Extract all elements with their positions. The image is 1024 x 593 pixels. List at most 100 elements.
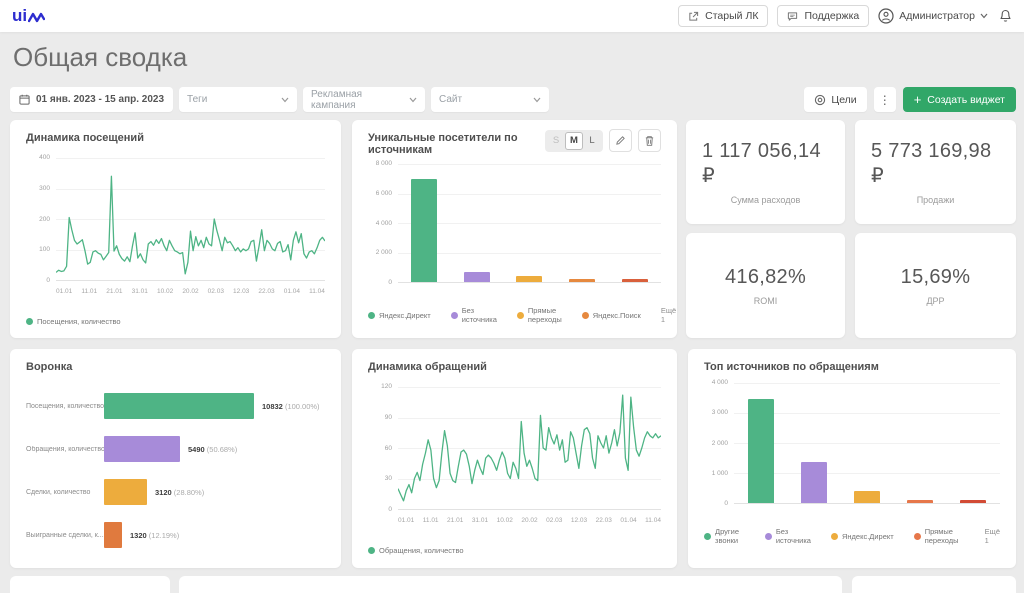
- legend-item[interactable]: Без источника: [765, 527, 811, 545]
- filter-bar: 01 янв. 2023 - 15 апр. 2023 Теги Рекламн…: [10, 87, 1016, 112]
- visits-line-chart: 4003002001000 01.0111.0121.0131.0110.022…: [26, 158, 325, 326]
- gridline: [56, 280, 325, 281]
- legend-dot-icon: [582, 312, 589, 319]
- y-axis-tick-label: 90: [368, 414, 392, 421]
- bar: [854, 491, 880, 503]
- legend-item[interactable]: Обращения, количество: [368, 546, 464, 555]
- dashboard-screen: ui Старый ЛК Поддержка: [0, 0, 1024, 593]
- top-sources-bar-chart: 4 0003 0002 0001 0000 Другие звонкиБез и…: [704, 383, 1000, 545]
- legend-dot-icon: [831, 533, 838, 540]
- x-axis-tick-label: 02.03: [546, 517, 562, 524]
- legend-dot-icon: [765, 533, 772, 540]
- x-axis-tick-label: 01.04: [284, 288, 300, 295]
- legend-item[interactable]: Другие звонки: [704, 527, 745, 545]
- funnel-row: Посещения, количество 10832 (100.00%): [26, 393, 325, 419]
- bar: [516, 276, 542, 282]
- plus-icon: +: [914, 93, 922, 106]
- legend-item[interactable]: Прямые переходы: [914, 527, 965, 545]
- funnel-value: 5490 (50.68%): [188, 445, 237, 454]
- card-top-sources: Топ источников по обращениям 4 000 3 000 2…: [688, 349, 1016, 568]
- site-placeholder: Сайт: [439, 94, 462, 105]
- campaign-select[interactable]: Рекламная кампания: [303, 87, 425, 112]
- kpi-label: ROMI: [754, 296, 778, 306]
- y-axis-tick-label: 200: [26, 216, 50, 223]
- y-axis-tick-label: 0: [368, 506, 392, 513]
- kpi-value: 416,82%: [725, 266, 806, 289]
- gridline: [734, 503, 1000, 504]
- user-menu[interactable]: Администратор: [878, 8, 988, 24]
- chevron-down-icon: [533, 97, 541, 103]
- kpi-card-sales: 5 773 169,98 ₽ Продажи: [855, 120, 1016, 224]
- kpi-value: 1 117 056,14 ₽: [702, 140, 829, 188]
- funnel-value-percent: (100.00%): [283, 402, 320, 411]
- size-m-button[interactable]: M: [565, 132, 583, 150]
- line-series: [398, 387, 661, 509]
- legend-item[interactable]: Без источника: [451, 306, 497, 324]
- chart-legend: Обращения, количество: [368, 546, 661, 555]
- old-cabinet-button[interactable]: Старый ЛК: [678, 5, 768, 27]
- legend-more-link[interactable]: Ещё 1: [985, 527, 1000, 545]
- legend-item[interactable]: Яндекс.Поиск: [582, 311, 641, 320]
- y-axis-tick-label: 3 000: [704, 409, 728, 416]
- y-axis-tick-label: 4 000: [704, 379, 728, 386]
- more-options-kebab-icon[interactable]: ⋮: [874, 87, 896, 112]
- chat-icon: [787, 11, 798, 22]
- legend-more-link[interactable]: Ещё 1: [661, 306, 676, 324]
- unique-visitors-bar-chart: 8 0006 0004 0002 0000 Яндекс.ДиректБез и…: [368, 164, 661, 324]
- date-range-picker[interactable]: 01 янв. 2023 - 15 апр. 2023: [10, 87, 173, 112]
- tags-select[interactable]: Теги: [179, 87, 297, 112]
- y-axis-tick-label: 100: [26, 246, 50, 253]
- funnel-rows: Посещения, количество10832 (100.00%)Обра…: [26, 393, 325, 548]
- legend-item[interactable]: Яндекс.Директ: [368, 311, 431, 320]
- goals-button[interactable]: Цели: [804, 87, 866, 112]
- legend-item[interactable]: Яндекс.Директ: [831, 532, 894, 541]
- bar-slot: [451, 164, 504, 282]
- x-axis-tick-label: 20.02: [521, 517, 537, 524]
- page-title: Общая сводка: [13, 42, 187, 73]
- kpi-card-expenses: 1 117 056,14 ₽ Сумма расходов: [686, 120, 845, 224]
- card-title: Уникальные посетители по источникам: [368, 132, 545, 156]
- create-widget-button[interactable]: + Создать виджет: [903, 87, 1016, 112]
- target-icon: [814, 94, 826, 106]
- bar-slot: [947, 383, 1000, 503]
- trash-icon: [644, 135, 655, 147]
- pencil-icon: [615, 135, 626, 146]
- x-axis-tick-label: 21.01: [106, 288, 122, 295]
- x-axis-tick-label: 22.03: [596, 517, 612, 524]
- x-axis-tick-label: 22.03: [258, 288, 274, 295]
- plot-area: [398, 387, 661, 509]
- legend-item[interactable]: Прямые переходы: [517, 306, 562, 324]
- size-toggle: S M L: [545, 130, 603, 152]
- funnel-row-label: Посещения, количество: [26, 403, 104, 410]
- card-unique-visitors: Уникальные посетители по источникам S M …: [352, 120, 677, 338]
- bar-slot: [787, 383, 840, 503]
- bar-slot: [608, 164, 661, 282]
- legend-label: Прямые переходы: [925, 527, 965, 545]
- legend-item[interactable]: Посещения, количество: [26, 317, 121, 326]
- bar-slot: [398, 164, 451, 282]
- logo-wave-icon: [28, 12, 45, 23]
- site-select[interactable]: Сайт: [431, 87, 549, 112]
- support-button[interactable]: Поддержка: [777, 5, 869, 27]
- y-axis-tick-label: 8 000: [368, 160, 392, 167]
- size-l-button[interactable]: L: [583, 132, 601, 150]
- size-s-button[interactable]: S: [547, 132, 565, 150]
- funnel-value-number: 10832: [262, 402, 283, 411]
- chart-legend: Яндекс.Директ Без источника Прямые переход…: [368, 306, 661, 324]
- x-axis-tick-label: 11.04: [645, 517, 661, 524]
- y-axis-tick-label: 2 000: [704, 440, 728, 447]
- x-axis: 01.0111.0121.0131.0110.0220.0202.0312.03…: [56, 288, 325, 295]
- y-axis-tick-label: 0: [368, 279, 392, 286]
- card-title: Воронка: [26, 361, 325, 373]
- edit-widget-button[interactable]: [609, 129, 632, 152]
- card-requests-dynamics: Динамика обращений 1209060300 01.0111.01…: [352, 349, 677, 568]
- notifications-bell-icon[interactable]: [999, 9, 1012, 23]
- calendar-icon: [19, 94, 30, 105]
- card-funnel: Воронка Посещения, количество 10832 (100.…: [10, 349, 341, 568]
- bar: [569, 279, 595, 282]
- card-title: Топ источников по обращениям: [704, 361, 1000, 373]
- y-axis: 4003002001000: [26, 154, 56, 284]
- legend-dot-icon: [368, 547, 375, 554]
- y-axis-tick-label: 2 000: [368, 249, 392, 256]
- delete-widget-button[interactable]: [638, 129, 661, 152]
